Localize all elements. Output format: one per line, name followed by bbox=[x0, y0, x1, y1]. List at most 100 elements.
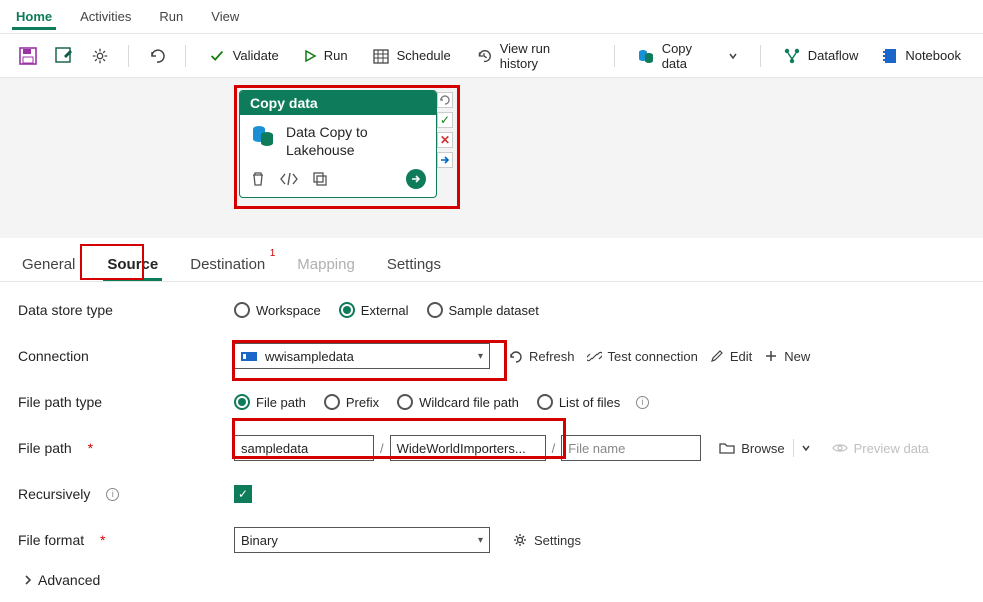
test-connection-button[interactable]: Test connection bbox=[581, 343, 704, 369]
radio-external[interactable]: External bbox=[339, 302, 409, 318]
menu-home[interactable]: Home bbox=[12, 3, 56, 30]
chevron-down-icon: ▾ bbox=[478, 351, 483, 362]
view-run-history-button[interactable]: View run history bbox=[467, 42, 600, 70]
separator bbox=[128, 45, 129, 67]
validate-button[interactable]: Validate bbox=[200, 42, 287, 70]
separator bbox=[760, 45, 761, 67]
separator bbox=[185, 45, 186, 67]
node-title: Data Copy to Lakehouse bbox=[286, 123, 368, 159]
radio-workspace[interactable]: Workspace bbox=[234, 302, 321, 318]
label-recursively: Recursively i bbox=[18, 486, 234, 502]
label-file-path: File path * bbox=[18, 440, 234, 456]
separator bbox=[614, 45, 615, 67]
info-icon[interactable]: i bbox=[106, 488, 119, 501]
filename-input[interactable]: File name bbox=[561, 435, 701, 461]
schedule-label: Schedule bbox=[397, 48, 451, 63]
connection-dropdown[interactable]: wwisampledata ▾ bbox=[234, 343, 490, 369]
tab-general[interactable]: General bbox=[18, 248, 79, 281]
copy-data-button[interactable]: Copy data bbox=[629, 42, 746, 70]
edit-connection-button[interactable]: Edit bbox=[704, 343, 758, 369]
menu-activities[interactable]: Activities bbox=[76, 3, 135, 30]
validate-label: Validate bbox=[233, 48, 279, 63]
chevron-right-icon bbox=[22, 574, 34, 586]
menu-view[interactable]: View bbox=[207, 3, 243, 30]
plus-icon bbox=[764, 349, 778, 363]
radio-wildcard[interactable]: Wildcard file path bbox=[397, 394, 519, 410]
preview-data-button: Preview data bbox=[826, 435, 935, 461]
recursively-checkbox[interactable]: ✓ bbox=[234, 485, 252, 503]
tab-destination[interactable]: Destination1 bbox=[186, 248, 269, 281]
file-format-dropdown[interactable]: Binary ▾ bbox=[234, 527, 490, 553]
undo-icon[interactable] bbox=[143, 42, 171, 70]
container-input[interactable]: sampledata bbox=[234, 435, 374, 461]
folder-icon bbox=[719, 441, 735, 455]
node-handles: ✓ ✕ bbox=[437, 92, 453, 168]
destination-badge: 1 bbox=[270, 248, 276, 259]
copy-data-label: Copy data bbox=[662, 41, 721, 71]
node-handle-neutral[interactable] bbox=[437, 92, 453, 108]
notebook-label: Notebook bbox=[905, 48, 961, 63]
run-button[interactable]: Run bbox=[295, 42, 356, 70]
pencil-icon bbox=[710, 349, 724, 363]
code-icon[interactable] bbox=[280, 172, 298, 186]
delete-icon[interactable] bbox=[250, 171, 266, 187]
check-icon bbox=[208, 47, 226, 65]
chevron-down-icon bbox=[728, 51, 738, 61]
link-icon bbox=[587, 349, 602, 364]
run-label: Run bbox=[324, 48, 348, 63]
history-icon bbox=[475, 47, 493, 65]
gear-icon bbox=[512, 532, 528, 548]
label-data-store-type: Data store type bbox=[18, 302, 234, 318]
copy-data-node[interactable]: Copy data Data Copy to Lakehouse bbox=[239, 90, 437, 198]
menu-run[interactable]: Run bbox=[155, 3, 187, 30]
eye-icon bbox=[832, 442, 848, 454]
canvas[interactable]: Copy data Data Copy to Lakehouse ✓ ✕ bbox=[0, 78, 983, 238]
save-icon[interactable] bbox=[14, 42, 42, 70]
file-format-settings-button[interactable]: Settings bbox=[506, 527, 587, 553]
connection-icon bbox=[241, 350, 257, 362]
connection-value: wwisampledata bbox=[265, 349, 354, 364]
play-icon bbox=[303, 49, 317, 63]
copy-icon[interactable] bbox=[312, 171, 328, 187]
settings-gear-icon[interactable] bbox=[86, 42, 114, 70]
file-format-value: Binary bbox=[241, 533, 278, 548]
schedule-button[interactable]: Schedule bbox=[364, 42, 459, 70]
tab-mapping: Mapping bbox=[293, 248, 359, 281]
calendar-icon bbox=[372, 47, 390, 65]
view-run-history-label: View run history bbox=[500, 41, 592, 71]
advanced-toggle[interactable]: Advanced bbox=[18, 572, 965, 602]
node-handle-completion[interactable] bbox=[437, 152, 453, 168]
label-file-path-type: File path type bbox=[18, 394, 234, 410]
label-connection: Connection bbox=[18, 348, 234, 364]
save-as-icon[interactable] bbox=[50, 42, 78, 70]
refresh-icon bbox=[508, 349, 523, 364]
new-connection-button[interactable]: New bbox=[758, 343, 816, 369]
dataflow-icon bbox=[783, 47, 801, 65]
node-handle-success[interactable]: ✓ bbox=[437, 112, 453, 128]
refresh-button[interactable]: Refresh bbox=[502, 343, 581, 369]
radio-sample-dataset[interactable]: Sample dataset bbox=[427, 302, 539, 318]
node-header: Copy data bbox=[240, 91, 436, 115]
node-handle-fail[interactable]: ✕ bbox=[437, 132, 453, 148]
notebook-icon bbox=[882, 47, 898, 65]
cylinder-icon bbox=[637, 47, 655, 65]
label-file-format: File format * bbox=[18, 532, 234, 548]
notebook-button[interactable]: Notebook bbox=[874, 42, 969, 70]
browse-dropdown[interactable] bbox=[796, 443, 816, 453]
radio-list-of-files[interactable]: List of files i bbox=[537, 394, 649, 410]
directory-input[interactable]: WideWorldImporters... bbox=[390, 435, 546, 461]
chevron-down-icon: ▾ bbox=[478, 535, 483, 546]
node-run-button[interactable] bbox=[406, 169, 426, 189]
browse-button[interactable]: Browse bbox=[713, 435, 790, 461]
tab-settings[interactable]: Settings bbox=[383, 248, 445, 281]
arrow-right-icon bbox=[410, 173, 422, 185]
dataflow-label: Dataflow bbox=[808, 48, 859, 63]
radio-prefix[interactable]: Prefix bbox=[324, 394, 379, 410]
database-icon bbox=[250, 123, 276, 149]
dataflow-button[interactable]: Dataflow bbox=[775, 42, 867, 70]
separator bbox=[793, 439, 794, 457]
radio-file-path[interactable]: File path bbox=[234, 394, 306, 410]
chevron-down-icon bbox=[801, 443, 811, 453]
info-icon[interactable]: i bbox=[636, 396, 649, 409]
tab-source[interactable]: Source bbox=[103, 248, 162, 281]
